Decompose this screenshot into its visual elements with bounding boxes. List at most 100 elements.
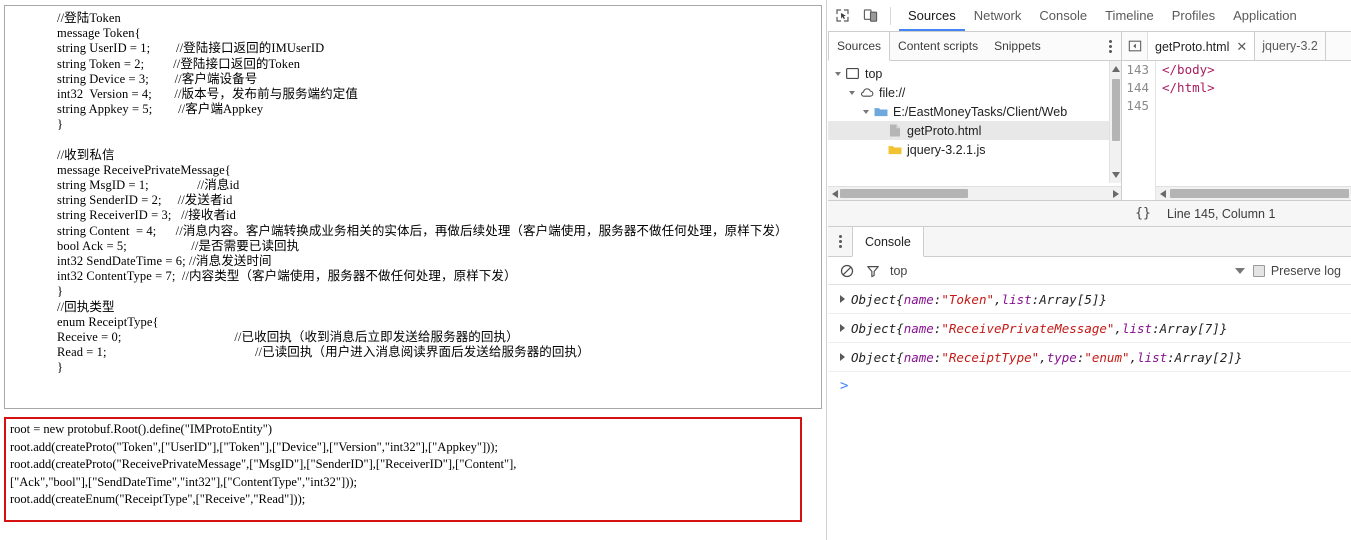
console-context-selector[interactable]: top xyxy=(890,264,907,278)
filter-icon[interactable] xyxy=(860,258,886,284)
console-log-row[interactable]: Object {name: "ReceivePrivateMessage", l… xyxy=(828,314,1351,343)
scroll-right-icon[interactable] xyxy=(1109,187,1121,200)
sources-navigator-tabs: Sources Content scripts Snippets xyxy=(828,32,1122,61)
code-line: message Token{ xyxy=(57,26,141,41)
preserve-log-checkbox[interactable] xyxy=(1252,264,1265,277)
kebab-menu-icon[interactable] xyxy=(828,227,852,256)
tab-sources[interactable]: Sources xyxy=(899,0,965,31)
expand-triangle-icon[interactable] xyxy=(860,106,871,117)
tree-item-top[interactable]: top xyxy=(828,64,1121,83)
editor-tabbar: getProto.html ✕ jquery-3.2 xyxy=(1122,32,1351,60)
collapse-sidebar-icon[interactable] xyxy=(1122,32,1148,60)
tree-vertical-scrollbar[interactable] xyxy=(1109,61,1121,183)
drawer-tab-console[interactable]: Console xyxy=(852,227,924,257)
code-line: message ReceivePrivateMessage{ xyxy=(57,162,231,177)
editor-horizontal-scrollbar[interactable] xyxy=(1156,186,1351,200)
subtab-snippets[interactable]: Snippets xyxy=(986,32,1049,60)
object-brace: , xyxy=(994,291,1002,307)
proto-definition-text: //登陆Token message Token{string UserID = 1… xyxy=(57,11,788,376)
close-icon[interactable]: ✕ xyxy=(1236,40,1247,53)
code-line: Read = 1; //已读回执（用户进入消息阅读界面后发送给服务器的回执） xyxy=(57,345,590,360)
inspect-element-icon[interactable] xyxy=(828,3,856,29)
cloud-icon xyxy=(859,86,874,100)
expand-triangle-icon[interactable] xyxy=(840,353,845,361)
expand-triangle-icon[interactable] xyxy=(832,68,843,79)
tree-item-e-eastmoneytasks-client-web[interactable]: E:/EastMoneyTasks/Client/Web xyxy=(828,102,1121,121)
expand-triangle-icon[interactable] xyxy=(840,324,845,332)
kebab-menu-icon[interactable] xyxy=(1099,32,1121,60)
js-snippet-text: root = new protobuf.Root().define("IMPro… xyxy=(10,421,516,509)
object-brace: , xyxy=(1039,349,1047,365)
object-str: "enum" xyxy=(1084,349,1130,365)
code-line: bool Ack = 5; //是否需要已读回执 xyxy=(57,238,300,253)
scroll-left-icon[interactable] xyxy=(1156,187,1169,200)
code-line: int32 Version = 4; //版本号，发布前与服务端约定值 xyxy=(57,86,358,101)
folder-yellow-icon xyxy=(887,143,902,157)
console-output: Object {name: "Token", list: Array[5]} Ob… xyxy=(828,285,1351,540)
code-line: //回执类型 xyxy=(57,299,115,314)
pretty-print-icon[interactable]: {} xyxy=(1125,201,1161,226)
console-toolbar: top Preserve log xyxy=(828,257,1351,285)
object-str: "Token" xyxy=(941,291,995,307)
console-log-row[interactable]: Object {name: "ReceiptType", type: "enum… xyxy=(828,343,1351,372)
object-brace: { xyxy=(896,349,904,365)
chevron-down-icon[interactable] xyxy=(1234,267,1245,274)
sources-body: top file:// E:/EastMoneyTasks/Client/Web ge… xyxy=(828,61,1351,201)
code-line: root.add(createProto("ReceivePrivateMess… xyxy=(10,457,517,471)
scrollbar-thumb[interactable] xyxy=(1112,79,1120,141)
folder-blue-icon xyxy=(873,105,888,119)
console-log-row[interactable]: Object {name: "Token", list: Array[5]} xyxy=(828,285,1351,314)
sources-subtoolbar: Sources Content scripts Snippets getProt… xyxy=(828,32,1351,61)
tree-horizontal-scrollbar[interactable] xyxy=(828,186,1121,200)
tree-item-file-[interactable]: file:// xyxy=(828,83,1121,102)
object-brace: } xyxy=(1219,320,1228,336)
tree-item-label: getProto.html xyxy=(907,123,982,138)
code-editor[interactable]: 143 144 145 </body> </html> xyxy=(1122,61,1351,200)
console-prompt[interactable]: > xyxy=(828,372,1351,400)
scroll-down-icon[interactable] xyxy=(1110,169,1121,181)
tree-item-jquery-3-2-1-js[interactable]: jquery-3.2.1.js xyxy=(828,140,1121,159)
code-line: string ReceiverID = 3; //接收者id xyxy=(57,208,236,223)
tree-item-getproto-html[interactable]: getProto.html xyxy=(828,121,1121,140)
object-brace: } xyxy=(1234,349,1243,365)
preserve-log-toggle[interactable]: Preserve log xyxy=(1252,264,1341,278)
code-line: enum ReceiptType{ xyxy=(57,314,159,329)
scrollbar-thumb[interactable] xyxy=(1170,189,1349,198)
file-tab-getproto[interactable]: getProto.html ✕ xyxy=(1148,32,1256,60)
editor-line-numbers: 143 144 145 xyxy=(1122,61,1156,200)
tab-timeline[interactable]: Timeline xyxy=(1096,0,1163,31)
object-brace: { xyxy=(896,320,904,336)
line-number: 143 xyxy=(1126,62,1149,77)
object-str: "ReceivePrivateMessage" xyxy=(941,320,1115,336)
clear-console-icon[interactable] xyxy=(834,258,860,284)
tab-network[interactable]: Network xyxy=(965,0,1031,31)
editor-code-line: </body> xyxy=(1162,62,1215,77)
code-line: //收到私信 xyxy=(57,147,115,162)
code-line: string Content = 4; //消息内容。客户端转换成业务相关的实体… xyxy=(57,223,788,238)
scroll-up-icon[interactable] xyxy=(1110,63,1121,75)
code-line: } xyxy=(57,360,64,375)
tree-item-label: E:/EastMoneyTasks/Client/Web xyxy=(893,104,1068,119)
tab-application[interactable]: Application xyxy=(1224,0,1306,31)
tab-profiles[interactable]: Profiles xyxy=(1163,0,1224,31)
scrollbar-thumb[interactable] xyxy=(840,189,968,198)
expand-triangle-icon[interactable] xyxy=(840,295,845,303)
file-tab-jquery[interactable]: jquery-3.2 xyxy=(1255,32,1326,60)
subtab-content-scripts[interactable]: Content scripts xyxy=(890,32,986,60)
tab-console[interactable]: Console xyxy=(1030,0,1096,31)
code-line: root.add(createEnum("ReceiptType",["Rece… xyxy=(10,492,306,506)
object-brace: , xyxy=(1129,349,1138,365)
object-brace: { xyxy=(896,291,904,307)
file-navigator-tree: top file:// E:/EastMoneyTasks/Client/Web ge… xyxy=(828,61,1122,200)
file-icon xyxy=(887,124,902,138)
device-toolbar-icon[interactable] xyxy=(856,3,884,29)
prompt-caret-icon: > xyxy=(840,378,849,394)
console-drawer: Console top Preserve log Object {name:… xyxy=(828,227,1351,540)
object-constructor-label: Object xyxy=(851,291,897,307)
expand-triangle-icon[interactable] xyxy=(846,87,857,98)
editor-code-line: </html> xyxy=(1162,80,1215,95)
subtab-sources[interactable]: Sources xyxy=(828,32,891,61)
code-line: root.add(createProto("Token",["UserID"],… xyxy=(10,439,498,454)
highlighted-js-snippet-box: root = new protobuf.Root().define("IMPro… xyxy=(4,417,802,522)
